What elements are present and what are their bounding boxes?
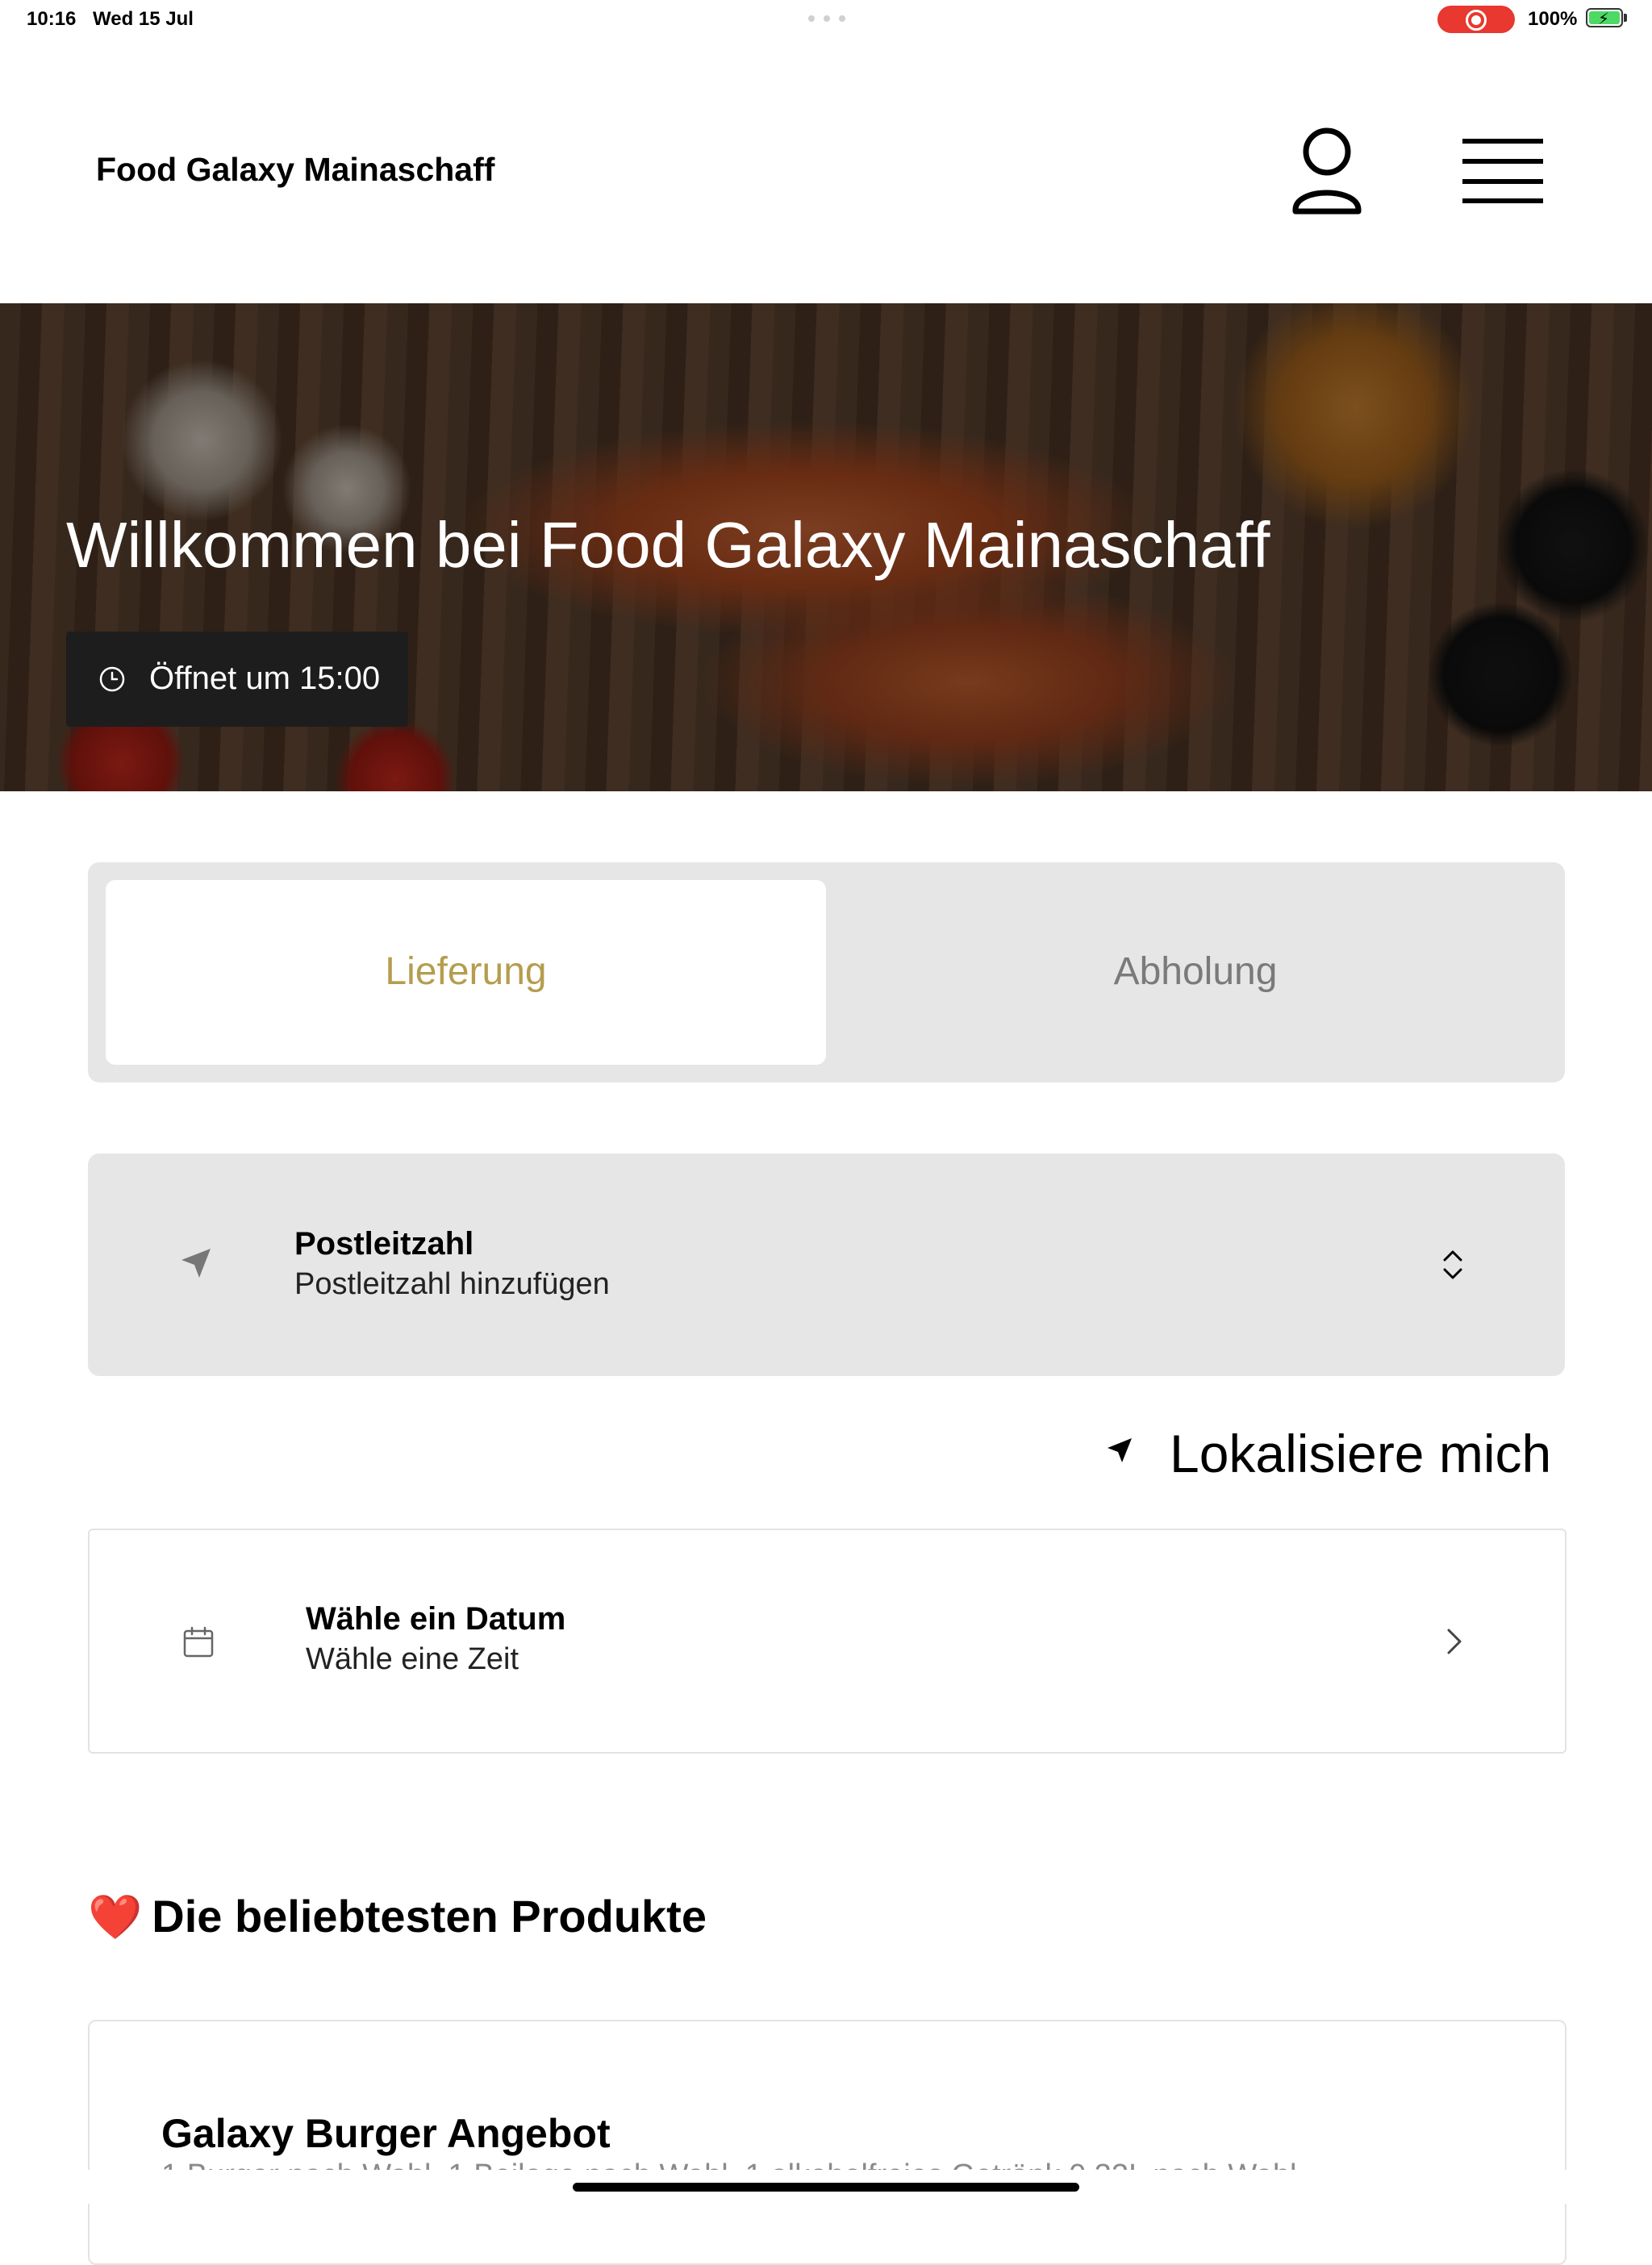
welcome-title: Willkommen bei Food Galaxy Mainaschaff [66, 509, 1270, 581]
person-icon[interactable] [1291, 127, 1363, 215]
battery-charging-icon: ⚡ [1586, 8, 1623, 28]
opening-time-text: Öffnet um 15:00 [149, 661, 381, 696]
location-arrow-icon [181, 1249, 211, 1278]
postal-code-value: Postleitzahl hinzufügen [294, 1267, 610, 1301]
product-card[interactable]: Galaxy Burger Angebot 1 Burger nach Wahl… [88, 2020, 1566, 2265]
date-time-select[interactable]: Wähle ein Datum Wähle eine Zeit [88, 1529, 1566, 1754]
status-bar: 10:16 Wed 15 Jul 100% ⚡ [0, 0, 1652, 39]
multitasking-dots-icon[interactable] [808, 15, 845, 22]
heart-icon: ❤️ [88, 1893, 143, 1942]
tab-delivery-label[interactable]: Lieferung [106, 949, 826, 994]
locate-arrow-icon[interactable] [1105, 1436, 1134, 1465]
postal-code-label: Postleitzahl [294, 1226, 474, 1262]
calendar-icon [183, 1626, 214, 1658]
battery-percentage: 100% [1528, 8, 1578, 30]
opening-time-badge: Öffnet um 15:00 [66, 632, 408, 727]
clock-icon [99, 666, 125, 692]
locate-me-button[interactable]: Lokalisiere mich [1170, 1423, 1551, 1484]
date-label: Wähle ein Datum [306, 1601, 566, 1637]
order-mode-toggle: Lieferung Abholung [88, 862, 1565, 1082]
popular-products-title: Die beliebtesten Produkte [152, 1891, 707, 1942]
screen-recording-icon[interactable] [1437, 6, 1515, 33]
tab-pickup[interactable]: Abholung [826, 949, 1565, 994]
time-label: Wähle eine Zeit [306, 1642, 519, 1676]
status-date: Wed 15 Jul [93, 8, 194, 30]
home-indicator[interactable] [573, 2183, 1079, 2192]
popular-products-heading: ❤️ Die beliebtesten Produkte [88, 1890, 707, 1943]
chevron-up-down-icon [1443, 1250, 1462, 1279]
postal-code-select[interactable]: Postleitzahl Postleitzahl hinzufügen [88, 1153, 1565, 1376]
status-time: 10:16 [27, 8, 77, 30]
product-name: Galaxy Burger Angebot [161, 2111, 611, 2156]
battery-cap [1624, 14, 1627, 22]
restaurant-name[interactable]: Food Galaxy Mainaschaff [96, 151, 494, 189]
hamburger-menu-icon[interactable] [1462, 137, 1543, 205]
chevron-right-icon [1447, 1629, 1462, 1654]
